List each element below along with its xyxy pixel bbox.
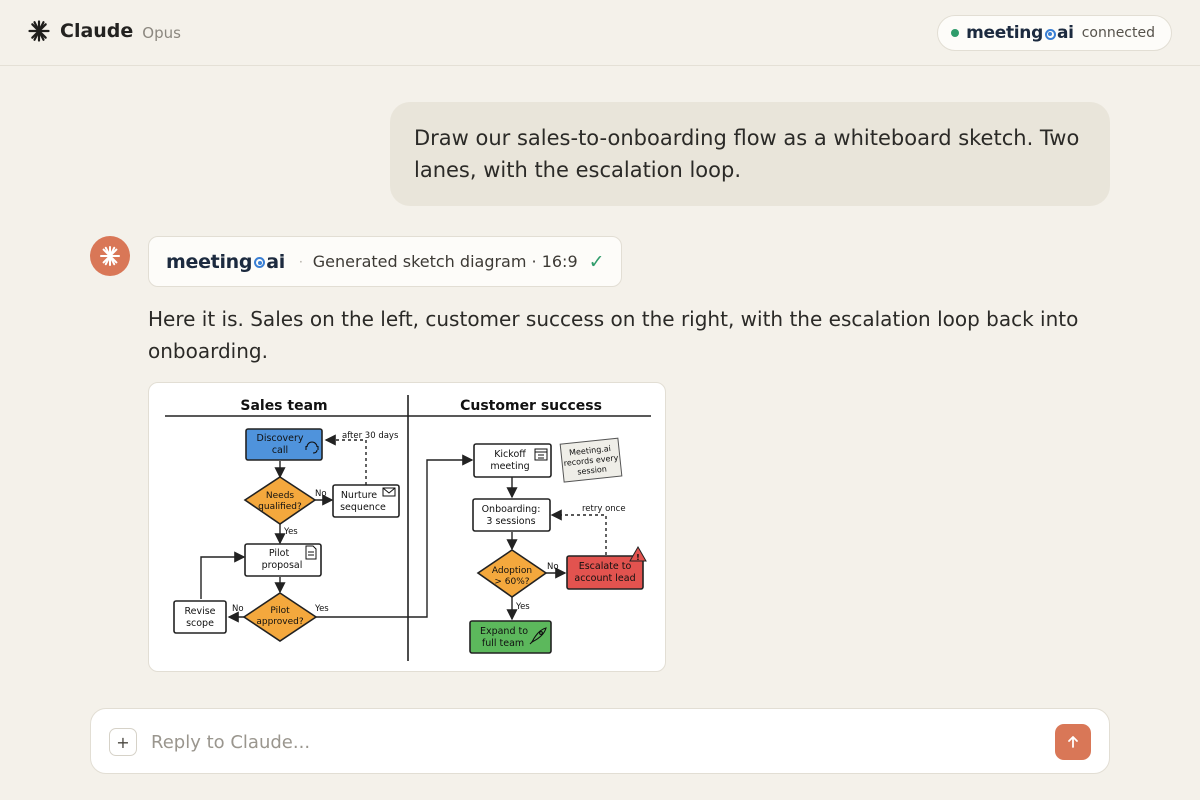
node-label: account lead: [574, 573, 635, 584]
node-label: Pilot: [270, 606, 290, 616]
claude-logo-icon: [28, 20, 50, 42]
tool-result-label: Generated sketch diagram · 16:9: [312, 252, 578, 271]
connection-status: connected: [1081, 25, 1155, 41]
separator-dot: ·: [298, 254, 303, 269]
lane-title-cs: Customer success: [460, 398, 602, 414]
svg-text:!: !: [636, 553, 640, 562]
arrow-up-icon: [1068, 736, 1078, 748]
sketch-diagram[interactable]: Sales team Customer success Discovery ca…: [148, 382, 666, 672]
node-label: Nurture: [341, 490, 377, 501]
edge-escalate-onboarding: [550, 509, 607, 555]
composer: +: [90, 708, 1110, 774]
node-label: qualified?: [258, 502, 302, 512]
edge-label: Yes: [283, 527, 298, 537]
meetingai-dot-icon: [1044, 28, 1056, 40]
node-label: > 60%?: [494, 577, 529, 587]
node-label: meeting: [490, 461, 529, 472]
node-label: Expand to: [480, 626, 528, 637]
edge-label: retry once: [582, 504, 626, 514]
model-name[interactable]: Opus: [142, 24, 181, 42]
meetingai-dot-icon: [254, 257, 266, 268]
tool-result-chip[interactable]: meeting ai · Generated sketch diagram · 1…: [148, 236, 622, 287]
connected-dot-icon: [951, 29, 960, 37]
node-label: sequence: [340, 502, 386, 513]
user-message: Draw our sales-to-onboarding flow as a w…: [390, 102, 1110, 206]
node-label: Pilot: [269, 548, 290, 559]
plus-icon: +: [116, 732, 130, 752]
edge-label: No: [232, 604, 244, 614]
node-label: Revise: [184, 606, 215, 617]
meetingai-note: Meeting.ai records every session: [559, 437, 623, 483]
claude-spark-icon: [100, 246, 120, 266]
node-label: Escalate to: [579, 561, 632, 572]
assistant-message: Here it is. Sales on the left, customer …: [148, 307, 1079, 363]
edge-label: Yes: [314, 604, 329, 614]
node-label: full team: [482, 638, 524, 649]
warning-icon: !: [629, 545, 647, 562]
node-label: proposal: [262, 560, 303, 571]
top-bar: Claude Opus meeting ai connected: [0, 0, 1200, 66]
lane-title-sales: Sales team: [240, 398, 327, 414]
flowchart-svg: Sales team Customer success Discovery ca…: [165, 395, 651, 661]
claude-avatar: [90, 236, 130, 276]
edge-revise-pilot: [200, 551, 246, 599]
integration-status-pill[interactable]: meeting ai connected: [937, 15, 1172, 51]
reply-input[interactable]: [151, 727, 1031, 757]
meetingai-logo: meeting ai: [166, 250, 285, 273]
node-label: Kickoff: [494, 449, 526, 460]
add-attachment-button[interactable]: +: [109, 728, 137, 756]
node-label: approved?: [256, 617, 304, 627]
node-label: Needs: [266, 491, 295, 501]
meetingai-logo: meeting ai: [966, 23, 1074, 43]
node-label: Onboarding:: [482, 504, 541, 515]
check-icon: ✓: [588, 250, 605, 273]
node-label: 3 sessions: [486, 516, 535, 527]
node-label: Discovery: [257, 433, 304, 444]
edge-nurture-discovery: [324, 434, 367, 485]
edge-label: No: [547, 562, 559, 572]
app-brand[interactable]: Claude Opus: [28, 20, 181, 42]
edge-label: after 30 days: [342, 431, 399, 441]
app-name: Claude: [60, 20, 134, 42]
node-label: call: [272, 445, 288, 456]
edge-label: No: [315, 489, 327, 499]
send-button[interactable]: [1055, 724, 1091, 760]
edge-approved-kickoff: [316, 454, 474, 618]
node-label: scope: [186, 618, 214, 629]
node-label: Adoption: [492, 566, 532, 576]
edge-label: Yes: [515, 602, 530, 612]
